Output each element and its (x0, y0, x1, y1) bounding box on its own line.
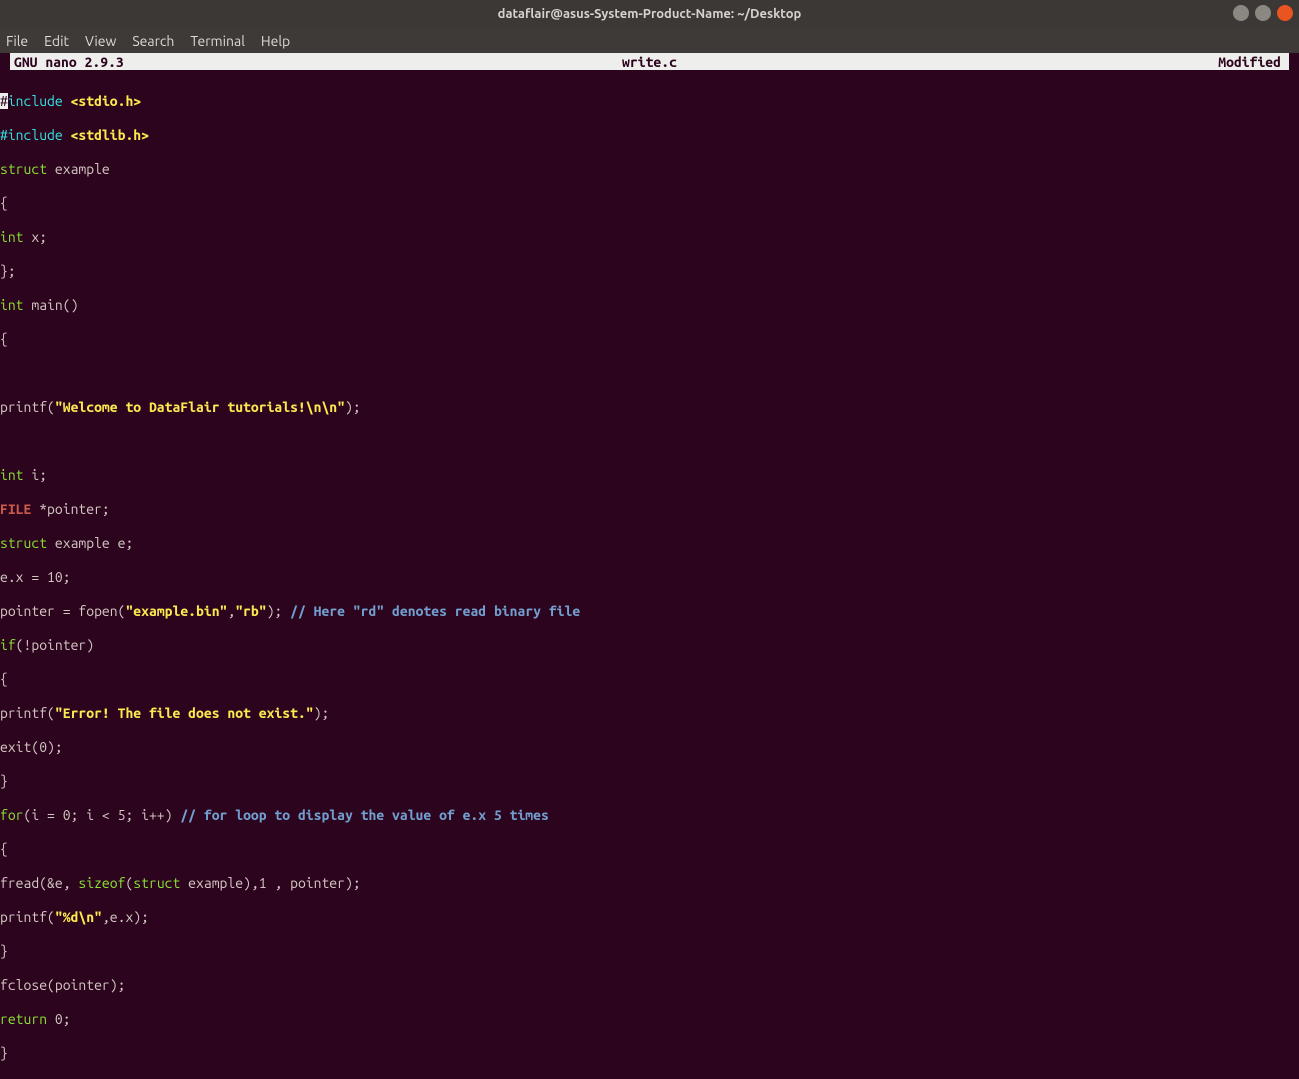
code-line: FILE *pointer; (0, 501, 1299, 518)
window-controls (1233, 5, 1293, 21)
code-line: pointer = fopen("example.bin","rb"); // … (0, 603, 1299, 620)
code-line: #include <stdlib.h> (0, 127, 1299, 144)
code-line: printf("%d\n",e.x); (0, 909, 1299, 926)
code-line: if(!pointer) (0, 637, 1299, 654)
code-line (0, 433, 1299, 450)
code-line: return 0; (0, 1011, 1299, 1028)
code-line: struct example e; (0, 535, 1299, 552)
nano-status-bar: GNU nano 2.9.3 write.c Modified (10, 53, 1289, 70)
code-line: { (0, 331, 1299, 348)
code-line: #include <stdio.h> (0, 93, 1299, 110)
menu-view[interactable]: View (85, 33, 116, 49)
nano-modified: Modified (1218, 54, 1281, 70)
code-line: struct example (0, 161, 1299, 178)
code-line: } (0, 1045, 1299, 1062)
window-title: dataflair@asus-System-Product-Name: ~/De… (0, 7, 1299, 21)
code-line: fclose(pointer); (0, 977, 1299, 994)
maximize-icon[interactable] (1255, 5, 1271, 21)
menu-edit[interactable]: Edit (44, 33, 69, 49)
code-line: }; (0, 263, 1299, 280)
code-line: { (0, 195, 1299, 212)
code-line: printf("Welcome to DataFlair tutorials!\… (0, 399, 1299, 416)
code-line: for(i = 0; i < 5; i++) // for loop to di… (0, 807, 1299, 824)
editor-area[interactable]: #include <stdio.h> #include <stdlib.h> s… (0, 70, 1299, 1079)
code-line (0, 365, 1299, 382)
code-line: e.x = 10; (0, 569, 1299, 586)
menu-file[interactable]: File (6, 33, 28, 49)
cursor: # (0, 93, 8, 109)
menu-help[interactable]: Help (261, 33, 290, 49)
menu-terminal[interactable]: Terminal (190, 33, 245, 49)
code-line: exit(0); (0, 739, 1299, 756)
menu-search[interactable]: Search (132, 33, 174, 49)
code-line: printf("Error! The file does not exist."… (0, 705, 1299, 722)
menu-bar: File Edit View Search Terminal Help (0, 28, 1299, 53)
nano-filename: write.c (10, 54, 1289, 70)
code-line: { (0, 841, 1299, 858)
code-line: } (0, 943, 1299, 960)
code-line: fread(&e, sizeof(struct example),1 , poi… (0, 875, 1299, 892)
code-line: int x; (0, 229, 1299, 246)
code-line: int i; (0, 467, 1299, 484)
title-bar: dataflair@asus-System-Product-Name: ~/De… (0, 0, 1299, 28)
close-icon[interactable] (1277, 5, 1293, 21)
minimize-icon[interactable] (1233, 5, 1249, 21)
code-line: { (0, 671, 1299, 688)
code-line: int main() (0, 297, 1299, 314)
code-line: } (0, 773, 1299, 790)
